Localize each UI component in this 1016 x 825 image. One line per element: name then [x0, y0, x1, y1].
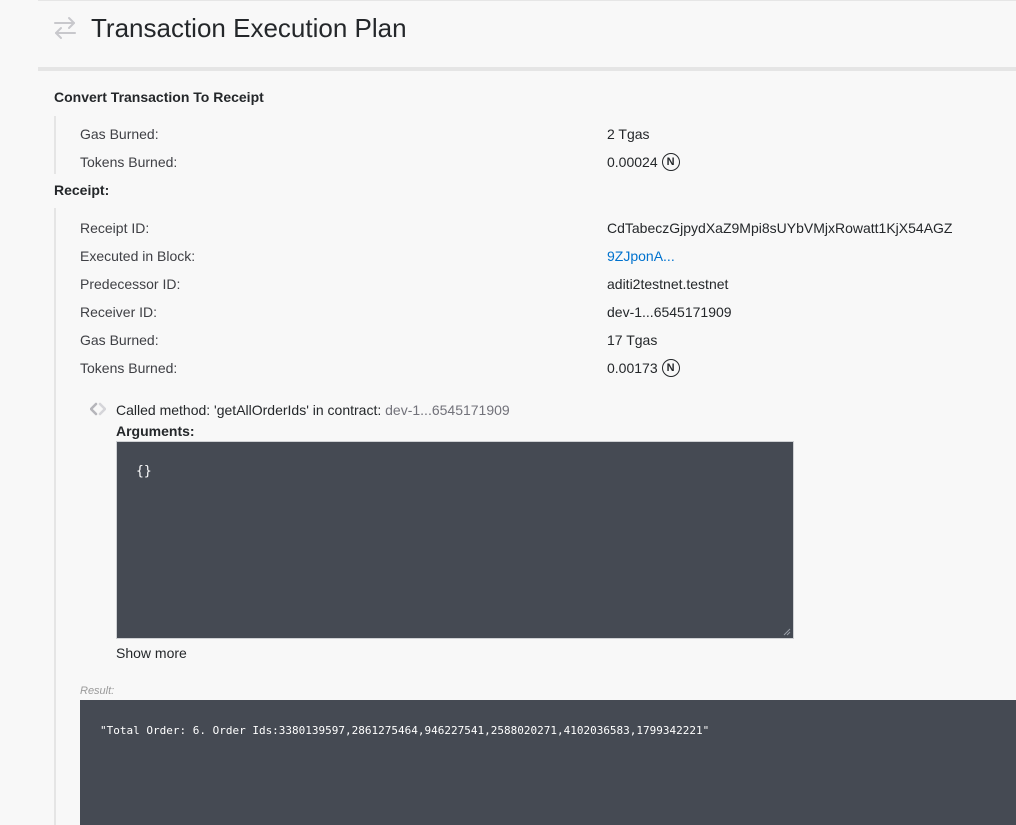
transfer-arrows-icon [54, 17, 76, 39]
contract-id: dev-1...6545171909 [385, 402, 510, 418]
near-currency-icon: N [661, 359, 680, 378]
code-brackets-icon [90, 402, 106, 416]
result-output: "Total Order: 6. Order Ids:3380139597,28… [80, 700, 1016, 825]
predecessor-id-value: aditi2testnet.testnet [607, 276, 729, 292]
predecessor-id-label: Predecessor ID: [80, 276, 181, 292]
result-value: "Total Order: 6. Order Ids:3380139597,28… [100, 724, 710, 737]
receipt-id-label: Receipt ID: [80, 220, 150, 236]
convert-section-title: Convert Transaction To Receipt [54, 89, 264, 105]
function-call-description: Called method: 'getAllOrderIds' in contr… [116, 401, 510, 419]
section-header: Transaction Execution Plan [38, 0, 1016, 68]
convert-gas-value: 2 Tgas [607, 126, 650, 142]
receipt-tokens-value: 0.00173 N [607, 359, 680, 378]
executed-block-label: Executed in Block: [80, 248, 196, 264]
near-currency-icon: N [661, 153, 680, 172]
arguments-label: Arguments: [116, 423, 195, 439]
receiver-id-label: Receiver ID: [80, 304, 158, 320]
receipt-tokens-amount: 0.00173 [607, 360, 658, 376]
convert-tokens-amount: 0.00024 [607, 154, 658, 170]
receipt-id-value: CdTabeczGjpydXaZ9Mpi8sUYbVMjxRowatt1KjX5… [607, 220, 953, 236]
page-title: Transaction Execution Plan [91, 13, 407, 43]
receipt-section-bar [54, 208, 56, 825]
executed-block-link[interactable]: 9ZJponA... [607, 247, 675, 265]
result-label: Result: [80, 685, 115, 697]
convert-section-bar [54, 116, 56, 174]
arguments-textarea[interactable]: {} [116, 441, 794, 639]
receipt-tokens-label: Tokens Burned: [80, 360, 178, 376]
receipt-gas-label: Gas Burned: [80, 332, 159, 348]
receiver-id-value: dev-1...6545171909 [607, 304, 732, 320]
receipt-section-title: Receipt: [54, 182, 110, 198]
receipt-gas-value: 17 Tgas [607, 332, 658, 348]
convert-gas-label: Gas Burned: [80, 126, 159, 142]
convert-tokens-value: 0.00024 N [607, 153, 680, 172]
convert-tokens-label: Tokens Burned: [80, 154, 178, 170]
resize-handle-icon[interactable] [781, 626, 791, 636]
show-more-link[interactable]: Show more [116, 644, 187, 662]
header-divider [38, 67, 1016, 71]
function-call-text: Called method: 'getAllOrderIds' in contr… [116, 402, 386, 418]
arguments-value: {} [136, 464, 152, 479]
